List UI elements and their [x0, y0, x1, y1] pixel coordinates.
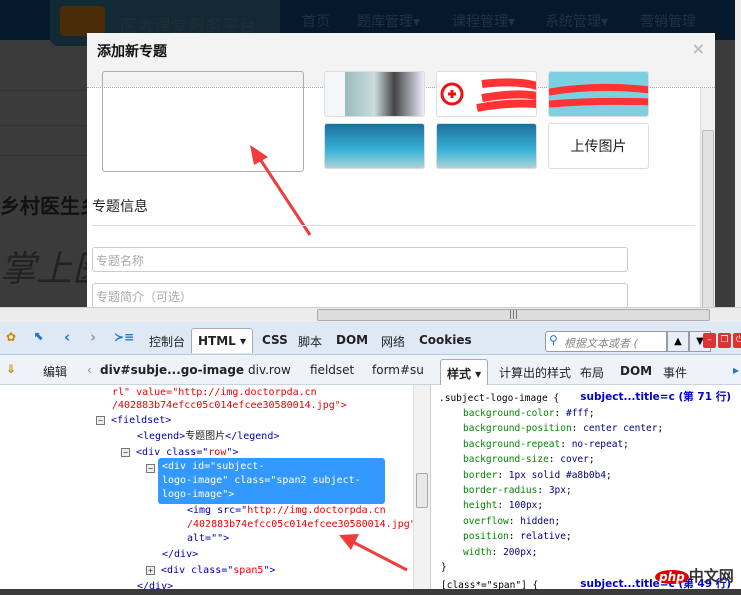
image-option[interactable] [436, 71, 537, 117]
modal-scrollbar[interactable] [700, 88, 715, 323]
css-property[interactable]: position: relative; [463, 529, 663, 544]
annotation-arrow [339, 534, 408, 572]
close-icon[interactable]: × [692, 39, 705, 58]
back-icon[interactable]: ‹ [64, 328, 70, 346]
tab-side-dom[interactable]: DOM [620, 364, 652, 378]
breadcrumb-item[interactable]: form#su [372, 363, 424, 377]
css-property[interactable]: background-size: cover; [463, 452, 663, 467]
layout-icon[interactable]: ⇓ [6, 362, 16, 376]
inspect-icon[interactable]: ⬉ [34, 329, 44, 343]
edit-button[interactable]: 编辑 [43, 363, 67, 380]
restore-icon[interactable]: ❐ [718, 333, 731, 348]
modal-title: 添加新专题 [97, 44, 167, 60]
breadcrumb-item[interactable]: fieldset [310, 363, 354, 377]
nav-question-bank[interactable]: 题库管理▾ [357, 11, 420, 31]
minimize-icon[interactable]: – [703, 333, 716, 348]
tab-net[interactable]: 网络 [381, 333, 405, 350]
css-property[interactable]: background-position: center center; [463, 421, 663, 436]
tab-css[interactable]: CSS [262, 333, 288, 347]
more-tabs-icon[interactable]: ▸ [733, 363, 739, 377]
topic-info-legend: 专题信息 [92, 199, 148, 215]
upload-image-button[interactable]: 上传图片 [548, 123, 649, 169]
breadcrumb-item[interactable]: div.row [248, 363, 291, 377]
panel-scrollbar[interactable] [413, 385, 430, 589]
background-heading: 乡村医生乡 [0, 194, 100, 218]
divider [92, 225, 695, 226]
nav-home[interactable]: 首页 [302, 11, 330, 31]
tab-events[interactable]: 事件 [663, 364, 687, 381]
search-prev-button[interactable]: ▲ [667, 331, 689, 352]
devtools-search-input[interactable]: 根据文本或者 ( [545, 331, 667, 352]
nav-courses[interactable]: 课程管理▾ [452, 11, 515, 31]
multiline-icon[interactable]: ≻≡ [114, 330, 134, 344]
selected-node-subject-logo-image[interactable]: <div id="subject- logo-image" class="spa… [158, 458, 385, 504]
tree-node-span5[interactable]: + <div class="span5"> [146, 563, 275, 579]
topic-name-input[interactable]: 专题名称 [92, 247, 628, 272]
devtools-subtoolbar: ⇓ 编辑 ‹ div#subje...go-image div.row fiel… [0, 355, 741, 385]
css-property[interactable]: background-color: #fff; [463, 406, 663, 421]
tab-dom[interactable]: DOM [336, 333, 368, 347]
tree-node-fieldset[interactable]: − <fieldset> [96, 413, 171, 429]
tab-script[interactable]: 脚本 [298, 333, 322, 350]
css-property[interactable]: overflow: hidden; [463, 514, 663, 529]
close-devtools-icon[interactable]: ⏻ [733, 333, 741, 348]
css-property[interactable]: border-radius: 3px; [463, 483, 663, 498]
image-option[interactable] [324, 123, 425, 169]
css-source-link[interactable]: subject...title=c (第 71 行) [580, 390, 731, 405]
tab-console[interactable]: 控制台 [149, 333, 185, 350]
horizontal-scrollbar[interactable]: ||| [0, 307, 741, 322]
watermark: php 中文网 [655, 565, 734, 586]
nav-marketing[interactable]: 营销管理 [640, 11, 696, 31]
image-option[interactable] [548, 71, 649, 117]
nav-system[interactable]: 系统管理▾ [545, 11, 608, 31]
annotation-arrow [250, 145, 312, 236]
css-property[interactable]: border: 1px solid #a8b0b4; [463, 468, 663, 483]
page-scrollbar[interactable] [735, 0, 741, 322]
firebug-icon[interactable]: ✿ [6, 330, 16, 344]
add-topic-modal: 添加新专题 × 上传图片 专题信息 专题名称 专题简介（可选） [87, 33, 715, 323]
css-property[interactable]: width: 200px; [463, 545, 663, 560]
tree-node-legend[interactable]: <legend>专题图片</legend> [137, 429, 279, 445]
search-icon: ⚲ [549, 333, 558, 347]
image-option[interactable] [436, 123, 537, 169]
tab-cookies[interactable]: Cookies [419, 333, 472, 347]
css-selector: .subject-logo-image { [439, 393, 560, 404]
css-rules-panel: .subject-logo-image { subject...title=c … [430, 385, 741, 591]
forward-icon[interactable]: › [90, 328, 96, 346]
css-property[interactable]: height: 100px; [463, 498, 663, 513]
topic-description-input[interactable]: 专题简介（可选） [92, 283, 628, 308]
breadcrumb-item[interactable]: div#subje...go-image [100, 363, 244, 377]
tab-layout[interactable]: 布局 [580, 364, 604, 381]
tab-computed[interactable]: 计算出的样式 [499, 364, 571, 381]
logo-icon [60, 6, 105, 36]
tab-style[interactable]: 样式 ▾ [440, 359, 489, 385]
tab-html[interactable]: HTML ▾ [191, 328, 254, 353]
image-option[interactable] [324, 71, 425, 117]
css-property[interactable]: background-repeat: no-repeat; [463, 437, 663, 452]
